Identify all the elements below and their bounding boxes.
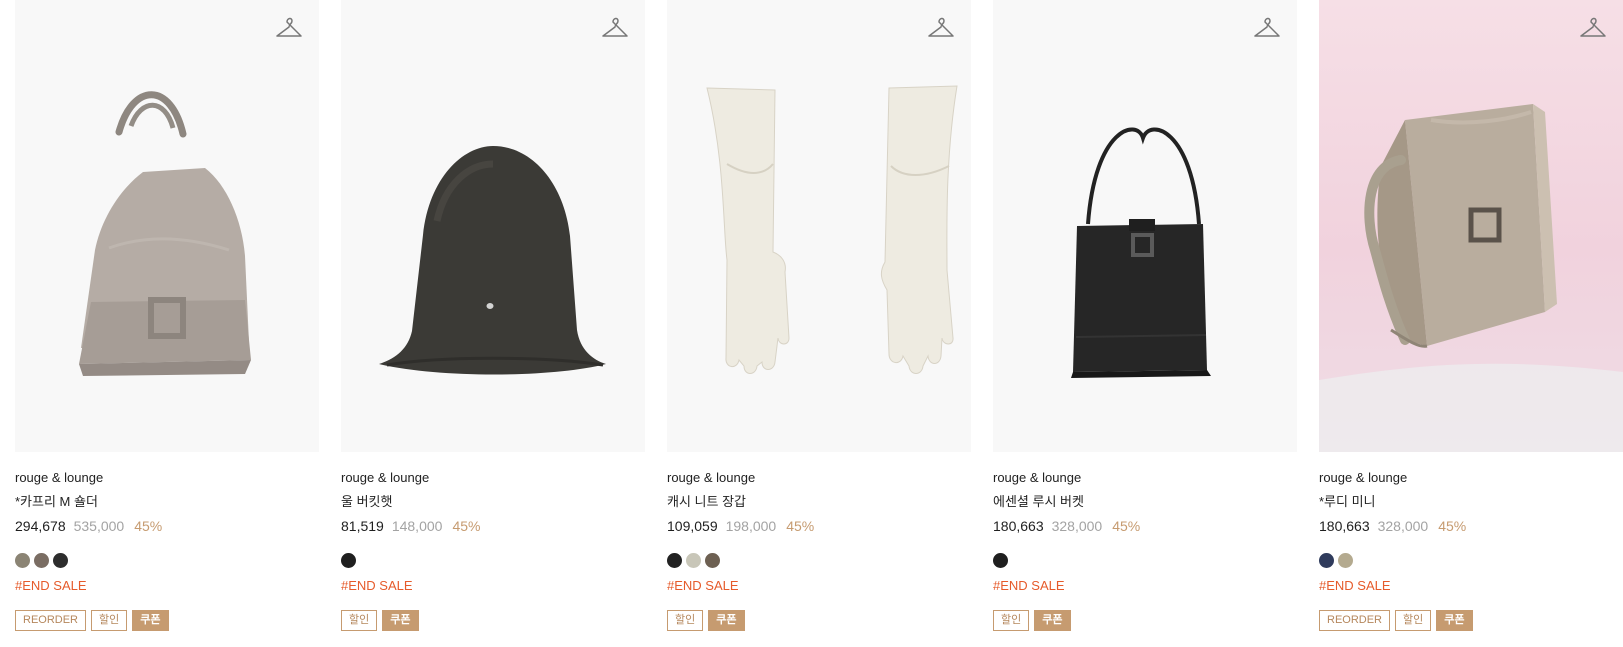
discount-rate: 45% [1438, 518, 1467, 534]
product-image-area[interactable] [667, 0, 971, 452]
reorder-tag: REORDER [1319, 610, 1391, 631]
color-swatch[interactable] [686, 553, 701, 568]
tag-list: REORDER 할인 쿠폰 [1319, 610, 1473, 631]
mini-bag-image[interactable] [1319, 0, 1623, 452]
bucket-hat-image[interactable] [341, 0, 645, 452]
tote-shoulder-bag-image[interactable] [15, 0, 319, 452]
bucket-bag-image[interactable] [993, 0, 1297, 452]
product-card[interactable]: rouge & lounge 캐시 니트 장갑 109,059 198,000 45… [667, 0, 971, 647]
color-swatch[interactable] [15, 553, 30, 568]
sale-label: #END SALE [1319, 578, 1391, 593]
tag-list: 할인 쿠폰 [341, 610, 419, 631]
color-swatch[interactable] [667, 553, 682, 568]
hanger-icon[interactable] [1579, 14, 1607, 40]
sale-label: #END SALE [15, 578, 87, 593]
discount-rate: 45% [452, 518, 481, 534]
product-brand[interactable]: rouge & lounge [341, 469, 429, 486]
hanger-icon[interactable] [601, 14, 629, 40]
product-image-area[interactable] [341, 0, 645, 452]
tag-list: REORDER 할인 쿠폰 [15, 610, 169, 631]
price-line: 180,663 328,000 45% [993, 517, 1140, 535]
color-swatch[interactable] [705, 553, 720, 568]
original-price: 148,000 [391, 518, 443, 534]
discount-tag: 할인 [667, 610, 704, 631]
discount-rate: 45% [786, 518, 815, 534]
sale-label: #END SALE [341, 578, 413, 593]
color-swatches [993, 553, 1008, 568]
product-image-area[interactable] [15, 0, 319, 452]
discount-tag: 할인 [91, 610, 128, 631]
color-swatches [667, 553, 720, 568]
original-price: 328,000 [1051, 518, 1103, 534]
price-line: 109,059 198,000 45% [667, 517, 814, 535]
coupon-tag: 쿠폰 [708, 610, 745, 631]
product-name[interactable]: 에센셜 루시 버켓 [993, 493, 1084, 511]
sale-price: 180,663 [993, 518, 1044, 534]
coupon-tag: 쿠폰 [1034, 610, 1071, 631]
discount-rate: 45% [134, 518, 163, 534]
tag-list: 할인 쿠폰 [993, 610, 1071, 631]
product-brand[interactable]: rouge & lounge [1319, 469, 1407, 486]
color-swatch[interactable] [341, 553, 356, 568]
sale-label: #END SALE [993, 578, 1065, 593]
discount-tag: 할인 [341, 610, 378, 631]
color-swatches [15, 553, 68, 568]
product-name[interactable]: *루디 미니 [1319, 493, 1376, 511]
original-price: 198,000 [725, 518, 777, 534]
color-swatches [341, 553, 356, 568]
coupon-tag: 쿠폰 [382, 610, 419, 631]
color-swatch[interactable] [53, 553, 68, 568]
product-card[interactable]: rouge & lounge 울 버킷햇 81,519 148,000 45% #E… [341, 0, 645, 647]
color-swatch[interactable] [1319, 553, 1334, 568]
coupon-tag: 쿠폰 [132, 610, 169, 631]
sale-price: 81,519 [341, 518, 384, 534]
tag-list: 할인 쿠폰 [667, 610, 745, 631]
color-swatch[interactable] [1338, 553, 1353, 568]
product-image-area[interactable] [993, 0, 1297, 452]
price-line: 294,678 535,000 45% [15, 517, 162, 535]
product-name[interactable]: *카프리 M 숄더 [15, 493, 98, 511]
color-swatch[interactable] [993, 553, 1008, 568]
original-price: 328,000 [1377, 518, 1429, 534]
hanger-icon[interactable] [1253, 14, 1281, 40]
hanger-icon[interactable] [275, 14, 303, 40]
original-price: 535,000 [73, 518, 125, 534]
product-brand[interactable]: rouge & lounge [15, 469, 103, 486]
sale-price: 294,678 [15, 518, 66, 534]
sale-label: #END SALE [667, 578, 739, 593]
coupon-tag: 쿠폰 [1436, 610, 1473, 631]
product-image-area[interactable] [1319, 0, 1623, 452]
price-line: 180,663 328,000 45% [1319, 517, 1466, 535]
product-card[interactable]: rouge & lounge *카프리 M 숄더 294,678 535,000 4… [15, 0, 319, 647]
reorder-tag: REORDER [15, 610, 87, 631]
price-line: 81,519 148,000 45% [341, 517, 480, 535]
knit-gloves-image[interactable] [667, 0, 971, 452]
color-swatches [1319, 553, 1353, 568]
product-brand[interactable]: rouge & lounge [667, 469, 755, 486]
discount-rate: 45% [1112, 518, 1141, 534]
product-card[interactable]: rouge & lounge 에센셜 루시 버켓 180,663 328,000 4… [993, 0, 1297, 647]
sale-price: 109,059 [667, 518, 718, 534]
product-brand[interactable]: rouge & lounge [993, 469, 1081, 486]
sale-price: 180,663 [1319, 518, 1370, 534]
product-card[interactable]: rouge & lounge *루디 미니 180,663 328,000 45% … [1319, 0, 1623, 647]
product-name[interactable]: 캐시 니트 장갑 [667, 493, 746, 511]
hanger-icon[interactable] [927, 14, 955, 40]
product-name[interactable]: 울 버킷햇 [341, 493, 392, 511]
color-swatch[interactable] [34, 553, 49, 568]
discount-tag: 할인 [993, 610, 1030, 631]
discount-tag: 할인 [1395, 610, 1432, 631]
product-grid: rouge & lounge *카프리 M 숄더 294,678 535,000 4… [15, 0, 1623, 647]
